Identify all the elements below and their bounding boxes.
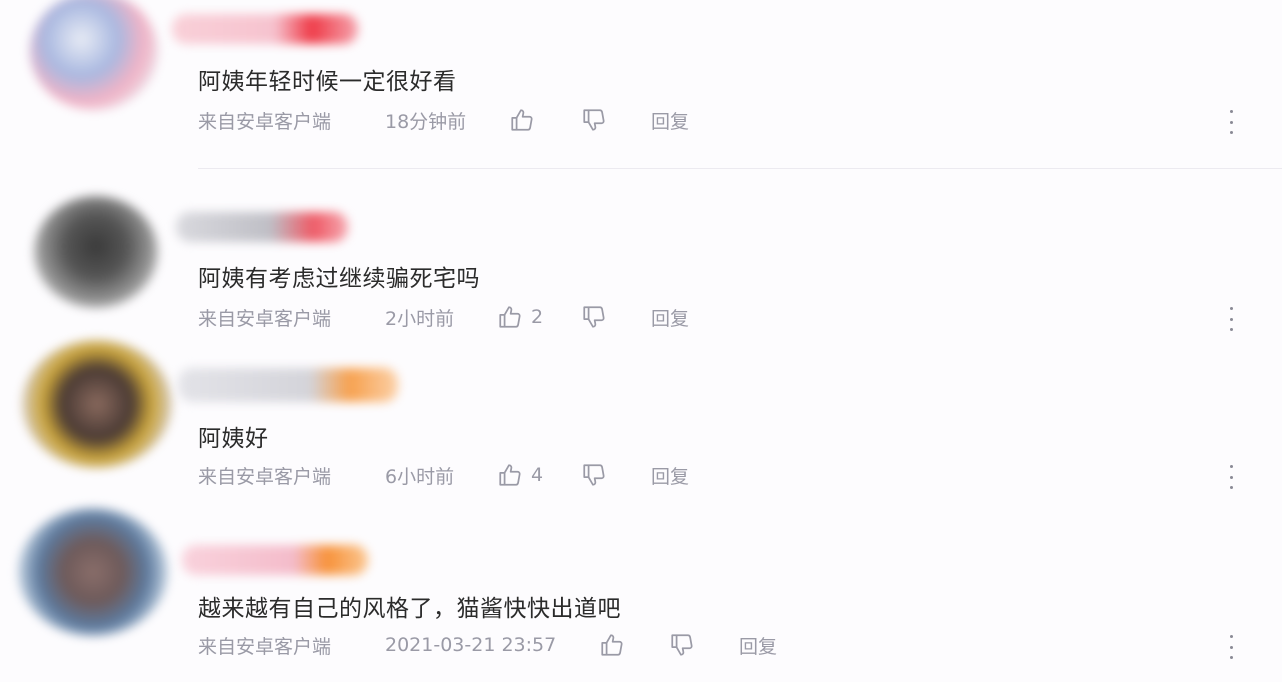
timestamp: 2021-03-21 23:57 <box>385 634 557 656</box>
comment-list: 阿姨年轻时候一定很好看 来自安卓客户端 18分钟前 回复 阿姨有考虑过继续骗死宅… <box>0 0 1282 682</box>
reply-button[interactable]: 回复 <box>739 632 777 659</box>
comment-meta: 来自安卓客户端 2021-03-21 23:57 回复 <box>198 630 777 660</box>
like-button[interactable] <box>599 632 669 658</box>
thumbs-down-icon <box>671 634 693 656</box>
comment-item: 越来越有自己的风格了，猫酱快快出道吧 来自安卓客户端 2021-03-21 23… <box>0 0 1282 682</box>
thumbs-up-icon <box>601 634 623 656</box>
dislike-button[interactable] <box>669 632 739 658</box>
avatar[interactable] <box>18 508 168 636</box>
source-label: 来自安卓客户端 <box>198 635 332 658</box>
username-blurred[interactable] <box>182 545 368 575</box>
more-options-icon[interactable] <box>1226 635 1236 659</box>
comment-text: 越来越有自己的风格了，猫酱快快出道吧 <box>198 596 621 622</box>
